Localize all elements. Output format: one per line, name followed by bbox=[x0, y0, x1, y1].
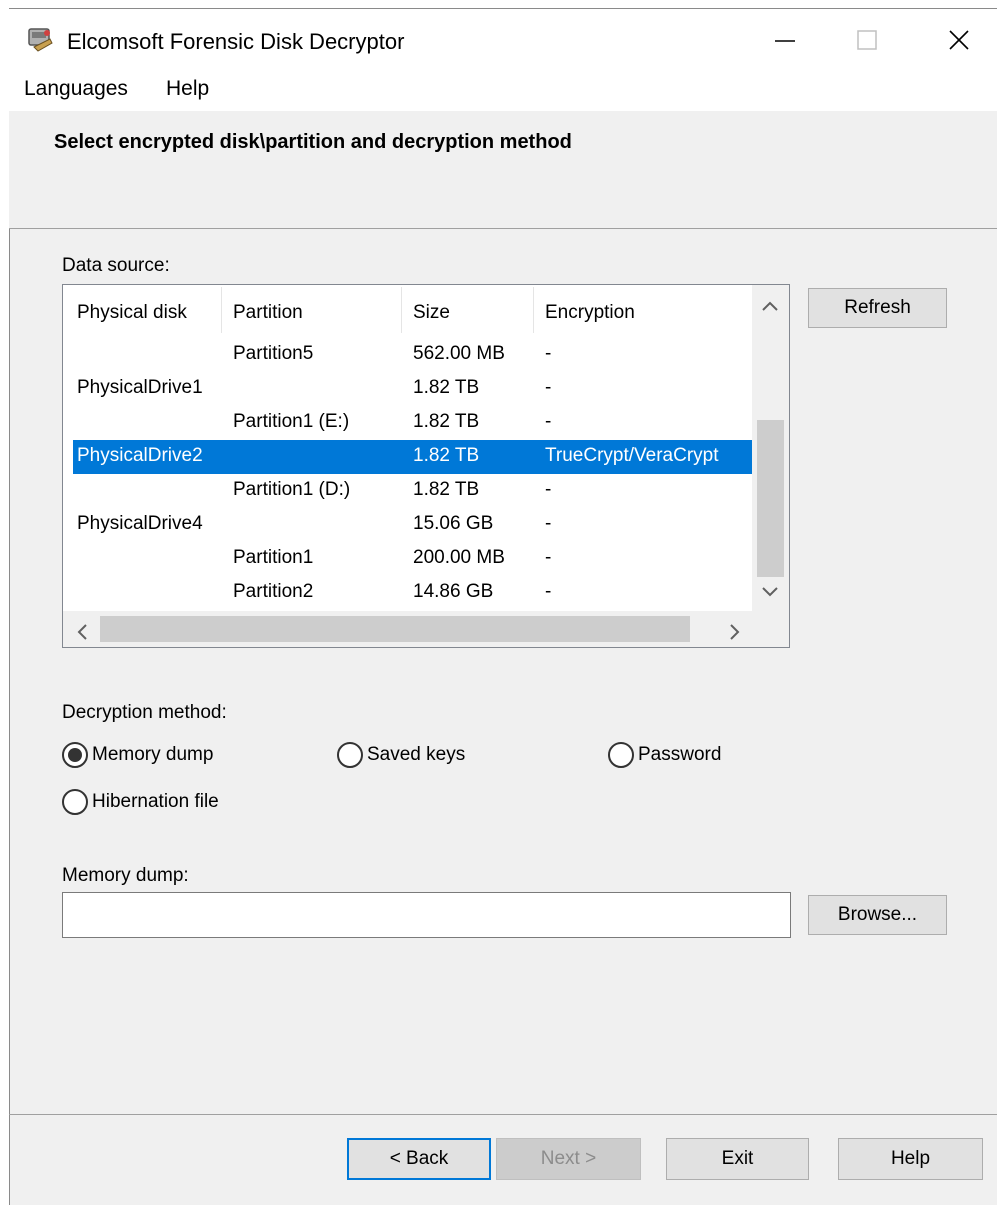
cell-physical-disk: PhysicalDrive4 bbox=[77, 513, 203, 534]
cell-encryption: - bbox=[545, 377, 552, 398]
menu-bar: Languages Help bbox=[9, 71, 997, 111]
scrollbar-corner bbox=[752, 611, 789, 647]
close-icon bbox=[949, 30, 969, 50]
cell-physical-disk: PhysicalDrive1 bbox=[77, 377, 203, 398]
data-source-label: Data source: bbox=[62, 255, 170, 276]
scroll-down-icon[interactable] bbox=[760, 585, 780, 604]
close-button[interactable] bbox=[929, 15, 989, 65]
memory-dump-label: Memory dump: bbox=[62, 865, 189, 886]
refresh-button[interactable]: Refresh bbox=[808, 288, 947, 328]
table-row[interactable]: Partition5 562.00 MB - bbox=[73, 338, 752, 372]
browse-button[interactable]: Browse... bbox=[808, 895, 947, 935]
radio-memory-dump[interactable]: Memory dump bbox=[62, 742, 213, 768]
table-row[interactable]: Partition1 (E:) 1.82 TB - bbox=[73, 406, 752, 440]
cell-size: 14.86 GB bbox=[413, 581, 494, 602]
cell-size: 1.82 TB bbox=[413, 479, 480, 500]
table-row[interactable]: Partition2 14.86 GB - bbox=[73, 576, 752, 610]
column-header-size[interactable]: Size bbox=[413, 302, 450, 324]
cell-size: 1.82 TB bbox=[413, 377, 480, 398]
cell-partition: Partition1 (E:) bbox=[233, 411, 350, 432]
cell-partition: Partition1 (D:) bbox=[233, 479, 351, 500]
radio-unselected-icon[interactable] bbox=[337, 742, 363, 768]
cell-size: 15.06 GB bbox=[413, 513, 494, 534]
disk-list[interactable]: Physical disk Partition Size Encryption … bbox=[62, 284, 790, 648]
cell-encryption: - bbox=[545, 411, 552, 432]
cell-size: 1.82 TB bbox=[413, 411, 480, 432]
page-heading: Select encrypted disk\partition and decr… bbox=[54, 131, 572, 153]
menu-help[interactable]: Help bbox=[166, 77, 209, 101]
cell-physical-disk: PhysicalDrive2 bbox=[77, 445, 203, 466]
scroll-left-icon[interactable] bbox=[75, 622, 89, 647]
table-row[interactable]: PhysicalDrive1 1.82 TB - bbox=[73, 372, 752, 406]
radio-saved-keys[interactable]: Saved keys bbox=[337, 742, 465, 768]
column-separator bbox=[533, 287, 534, 333]
maximize-button[interactable] bbox=[837, 15, 897, 65]
radio-label: Hibernation file bbox=[92, 791, 219, 812]
cell-encryption: TrueCrypt/VeraCrypt bbox=[545, 445, 719, 466]
minimize-button[interactable] bbox=[755, 15, 815, 65]
cell-size: 1.82 TB bbox=[413, 445, 480, 466]
radio-label: Memory dump bbox=[92, 744, 214, 765]
app-icon bbox=[26, 25, 54, 53]
vertical-scroll-thumb[interactable] bbox=[757, 420, 784, 577]
column-separator bbox=[401, 287, 402, 333]
memory-dump-path-input[interactable] bbox=[62, 892, 791, 938]
maximize-icon bbox=[857, 30, 877, 50]
table-row-selected[interactable]: PhysicalDrive2 1.82 TB TrueCrypt/VeraCry… bbox=[73, 440, 752, 474]
cell-encryption: - bbox=[545, 513, 552, 534]
cell-partition: Partition1 bbox=[233, 547, 314, 568]
title-bar: Elcomsoft Forensic Disk Decryptor bbox=[9, 9, 997, 71]
cell-partition: Partition5 bbox=[233, 343, 314, 364]
cell-size: 562.00 MB bbox=[413, 343, 505, 364]
cell-size: 200.00 MB bbox=[413, 547, 505, 568]
table-row[interactable]: Partition1 (D:) 1.82 TB - bbox=[73, 474, 752, 508]
radio-unselected-icon[interactable] bbox=[62, 789, 88, 815]
horizontal-scroll-thumb[interactable] bbox=[100, 616, 690, 642]
column-separator bbox=[221, 287, 222, 333]
help-button[interactable]: Help bbox=[838, 1138, 983, 1180]
scroll-right-icon[interactable] bbox=[728, 622, 742, 647]
window-title: Elcomsoft Forensic Disk Decryptor bbox=[67, 29, 405, 54]
footer-divider bbox=[9, 1114, 997, 1115]
menu-languages[interactable]: Languages bbox=[24, 77, 128, 101]
radio-label: Password bbox=[638, 744, 722, 765]
column-header-encryption[interactable]: Encryption bbox=[545, 302, 635, 324]
column-header-physical-disk[interactable]: Physical disk bbox=[77, 302, 187, 324]
vertical-scrollbar[interactable] bbox=[752, 285, 789, 611]
table-row[interactable]: PhysicalDrive4 15.06 GB - bbox=[73, 508, 752, 542]
horizontal-scrollbar[interactable] bbox=[63, 611, 752, 647]
cell-partition: Partition2 bbox=[233, 581, 314, 602]
next-button[interactable]: Next > bbox=[496, 1138, 641, 1180]
exit-button[interactable]: Exit bbox=[666, 1138, 809, 1180]
table-row[interactable]: Partition1 200.00 MB - bbox=[73, 542, 752, 576]
radio-hibernation-file[interactable]: Hibernation file bbox=[62, 789, 219, 815]
radio-unselected-icon[interactable] bbox=[608, 742, 634, 768]
minimize-icon bbox=[775, 40, 795, 42]
decryption-method-label: Decryption method: bbox=[62, 702, 227, 723]
cell-encryption: - bbox=[545, 547, 552, 568]
wizard-header: Select encrypted disk\partition and decr… bbox=[9, 111, 997, 229]
back-button[interactable]: < Back bbox=[347, 1138, 491, 1180]
cell-encryption: - bbox=[545, 343, 552, 364]
radio-label: Saved keys bbox=[367, 744, 466, 765]
scroll-up-icon[interactable] bbox=[760, 299, 780, 318]
cell-encryption: - bbox=[545, 479, 552, 500]
radio-password[interactable]: Password bbox=[608, 742, 721, 768]
cell-encryption: - bbox=[545, 581, 552, 602]
column-header-partition[interactable]: Partition bbox=[233, 302, 303, 324]
radio-selected-icon[interactable] bbox=[62, 742, 88, 768]
